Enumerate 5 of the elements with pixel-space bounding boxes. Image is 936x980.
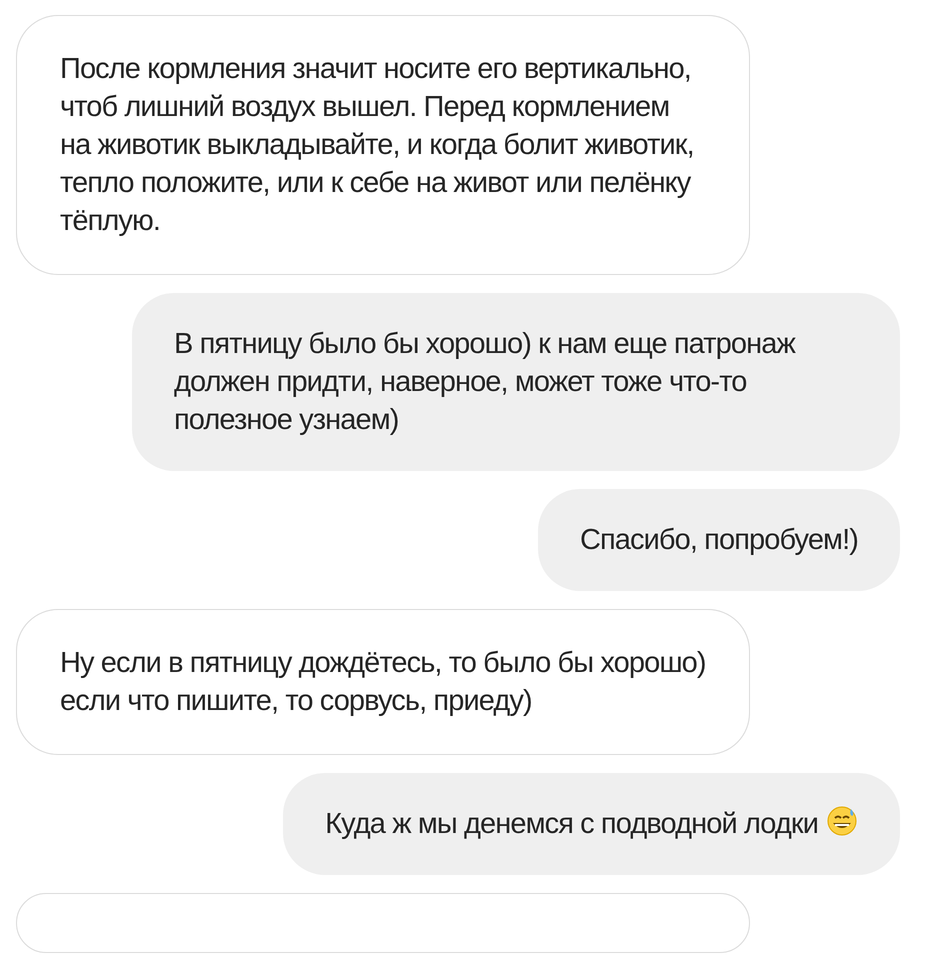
message-text: В пятницу было бы хорошо) к нам еще патронаж должен придти, наверное, может тоже что-то полезное узнаем)	[174, 327, 796, 438]
message-text: Куда ж мы денемся с подводной лодки	[325, 805, 858, 843]
message-text: После кормления значит носите его вертикально, чтоб лишний воздух вышел. Перед кормлением на животик выкладывайте, и когда болит животик, тепло положите, или к себе на живот или пелёнку тёплую.	[60, 52, 695, 239]
message-text: Спасибо, попробуем!)	[580, 523, 858, 558]
message-text: Ну если в пятницу дождётесь, то было бы хорошо) если что пишите, то сорвусь, приеду)	[60, 646, 706, 719]
